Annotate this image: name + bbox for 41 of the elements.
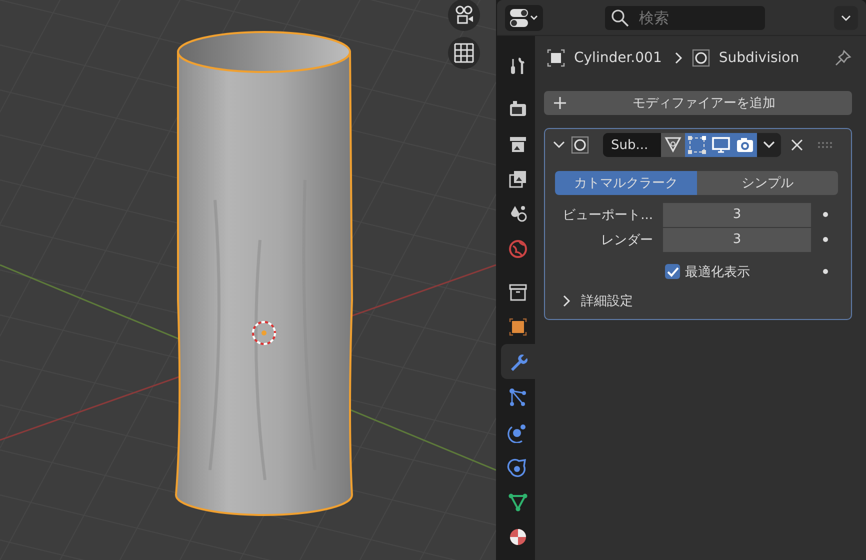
modifier-icon bbox=[571, 136, 589, 154]
keyframe-dot-icon[interactable] bbox=[823, 269, 828, 274]
chevron-down-icon bbox=[763, 141, 775, 149]
chevron-down-icon[interactable] bbox=[553, 141, 565, 149]
pin-button[interactable] bbox=[834, 49, 852, 67]
grid-toggle-button[interactable] bbox=[448, 37, 480, 69]
viewport-toggle-button[interactable] bbox=[709, 133, 733, 157]
breadcrumb-label: Subdivision bbox=[718, 50, 800, 66]
add-modifier-button[interactable]: モディファイアーを追加 bbox=[544, 91, 852, 115]
edit-mode-toggle-button[interactable] bbox=[685, 133, 709, 157]
drag-handle-icon[interactable] bbox=[817, 142, 833, 148]
search-bar[interactable]: 検索 bbox=[605, 6, 765, 30]
keyframe-dot-icon[interactable] bbox=[823, 237, 828, 242]
3d-viewport[interactable] bbox=[0, 0, 496, 560]
search-input[interactable]: 検索 bbox=[637, 8, 741, 28]
subdivision-mode-option[interactable]: カトマルクラーク bbox=[555, 171, 696, 195]
breadcrumb-label: Cylinder.001 bbox=[574, 50, 662, 66]
chevron-right-icon bbox=[674, 52, 683, 64]
number-field[interactable]: 3 bbox=[663, 228, 811, 252]
modifier-icon bbox=[692, 49, 710, 67]
optimal-display-checkbox[interactable]: 最適化表示 bbox=[665, 262, 811, 280]
editor-type-button[interactable] bbox=[505, 4, 543, 30]
origin-cursor-icon bbox=[252, 321, 276, 345]
close-icon[interactable] bbox=[791, 139, 803, 151]
render-toggle-button[interactable] bbox=[733, 133, 757, 157]
modifier-name-field[interactable]: Sub... bbox=[603, 133, 661, 157]
search-icon bbox=[611, 8, 629, 26]
subdivision-mode-option[interactable]: シンプル bbox=[696, 171, 838, 195]
camera-view-button[interactable] bbox=[448, 0, 480, 31]
object-icon bbox=[547, 49, 565, 67]
keyframe-dot-icon[interactable] bbox=[823, 212, 828, 217]
advanced-subpanel-header[interactable]: 詳細設定 bbox=[553, 289, 633, 313]
cage-toggle-button[interactable] bbox=[661, 133, 685, 157]
field-label: レンダー bbox=[600, 232, 653, 248]
wrench-tab-icon[interactable] bbox=[501, 344, 535, 379]
chevron-down-icon bbox=[841, 14, 851, 20]
number-field[interactable]: 3 bbox=[663, 202, 811, 226]
field-label: ビューポート... bbox=[562, 206, 653, 224]
options-dropdown-button[interactable] bbox=[834, 6, 858, 30]
plus-icon bbox=[554, 97, 566, 109]
checkbox[interactable] bbox=[665, 264, 680, 279]
